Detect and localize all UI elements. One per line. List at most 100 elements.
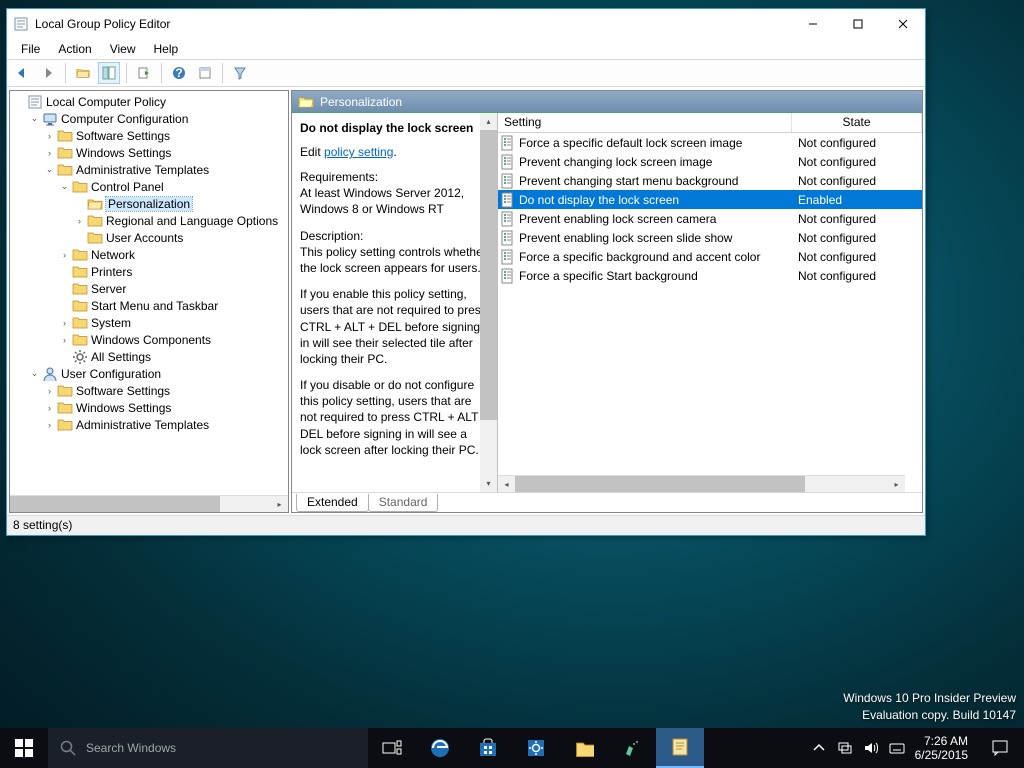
menu-file[interactable]: File	[13, 40, 48, 58]
action-center-button[interactable]	[976, 728, 1024, 768]
folder-open-icon	[298, 94, 314, 110]
tray-clock[interactable]: 7:26 AM 6/25/2015	[915, 734, 968, 763]
taskbar-explorer[interactable]	[560, 728, 608, 768]
tree-item[interactable]: ›Windows Settings	[12, 399, 288, 416]
collapse-icon[interactable]: ⌄	[57, 179, 72, 194]
tree-all-settings[interactable]: All Settings	[12, 348, 288, 365]
description-pane: Do not display the lock screen Edit poli…	[292, 113, 498, 492]
list-row[interactable]: Prevent enabling lock screen slide showN…	[498, 228, 922, 247]
policy-icon	[500, 173, 516, 189]
tree-item[interactable]: ›Software Settings	[12, 127, 288, 144]
folder-icon	[72, 332, 88, 348]
requirements-text: At least Windows Server 2012, Windows 8 …	[300, 186, 464, 216]
expand-icon[interactable]: ›	[57, 247, 72, 262]
tab-standard[interactable]: Standard	[368, 494, 439, 512]
folder-icon	[72, 264, 88, 280]
tree-item[interactable]: User Accounts	[12, 229, 288, 246]
col-state[interactable]: State	[792, 113, 922, 132]
help-button[interactable]: ?	[168, 62, 190, 84]
policy-icon	[500, 268, 516, 284]
tree-item[interactable]: ›Windows Components	[12, 331, 288, 348]
settings-icon	[526, 738, 546, 758]
tree-item[interactable]: ›Network	[12, 246, 288, 263]
list-hscrollbar[interactable]: ◂▸	[498, 475, 905, 492]
tree-item[interactable]: ›Windows Settings	[12, 144, 288, 161]
menu-view[interactable]: View	[102, 40, 144, 58]
list-row[interactable]: Force a specific Start backgroundNot con…	[498, 266, 922, 285]
show-tree-button[interactable]	[98, 62, 120, 84]
menubar: File Action View Help	[7, 39, 925, 59]
taskbar-edge[interactable]	[416, 728, 464, 768]
taskbar-gpedit[interactable]	[656, 728, 704, 768]
collapse-icon[interactable]: ⌄	[27, 111, 42, 126]
tab-extended[interactable]: Extended	[296, 494, 369, 512]
expand-icon[interactable]: ›	[42, 128, 57, 143]
expand-icon[interactable]: ›	[42, 417, 57, 432]
list-row[interactable]: Prevent changing start menu backgroundNo…	[498, 171, 922, 190]
tree-item[interactable]: ›Regional and Language Options	[12, 212, 288, 229]
properties-button[interactable]	[194, 62, 216, 84]
tree-item[interactable]: Server	[12, 280, 288, 297]
taskbar: Search Windows 7:26 AM 6/25/2015	[0, 728, 1024, 768]
expand-icon[interactable]: ›	[42, 383, 57, 398]
tree-computer-config[interactable]: ⌄Computer Configuration	[12, 110, 288, 127]
tree-item[interactable]: ›System	[12, 314, 288, 331]
forward-button[interactable]	[37, 62, 59, 84]
taskbar-app[interactable]	[608, 728, 656, 768]
tray-chevron-up-icon[interactable]	[811, 740, 827, 756]
collapse-icon[interactable]: ⌄	[27, 366, 42, 381]
expand-icon[interactable]: ›	[42, 400, 57, 415]
folder-icon	[72, 315, 88, 331]
close-button[interactable]	[880, 9, 925, 39]
list-row[interactable]: Prevent enabling lock screen cameraNot c…	[498, 209, 922, 228]
setting-state: Not configured	[792, 136, 922, 150]
tree-item[interactable]: ›Software Settings	[12, 382, 288, 399]
menu-action[interactable]: Action	[50, 40, 99, 58]
tree-admin-templates[interactable]: ⌄Administrative Templates	[12, 161, 288, 178]
description-vscrollbar[interactable]: ▴▾	[480, 113, 497, 492]
tree-root[interactable]: Local Computer Policy	[12, 93, 288, 110]
expand-icon[interactable]: ›	[72, 213, 87, 228]
app-icon	[13, 16, 29, 32]
tree-item[interactable]: ›Administrative Templates	[12, 416, 288, 433]
list-row[interactable]: Force a specific background and accent c…	[498, 247, 922, 266]
menu-help[interactable]: Help	[146, 40, 187, 58]
folder-icon	[87, 230, 103, 246]
tree-item[interactable]: Start Menu and Taskbar	[12, 297, 288, 314]
col-setting[interactable]: Setting	[498, 113, 792, 132]
tree-item[interactable]: Printers	[12, 263, 288, 280]
expand-icon[interactable]: ›	[42, 145, 57, 160]
tray-network-icon[interactable]	[837, 740, 853, 756]
list-row[interactable]: Do not display the lock screenEnabled	[498, 190, 922, 209]
tree-hscrollbar[interactable]: ◂▸	[10, 495, 288, 512]
list-row[interactable]: Prevent changing lock screen imageNot co…	[498, 152, 922, 171]
setting-state: Enabled	[792, 193, 922, 207]
maximize-button[interactable]	[835, 9, 880, 39]
expand-icon[interactable]: ›	[57, 315, 72, 330]
taskbar-settings[interactable]	[512, 728, 560, 768]
policy-icon	[500, 211, 516, 227]
tree-personalization[interactable]: Personalization	[12, 195, 288, 212]
start-button[interactable]	[0, 728, 48, 768]
scroll-icon	[27, 94, 43, 110]
taskbar-store[interactable]	[464, 728, 512, 768]
back-button[interactable]	[11, 62, 33, 84]
minimize-button[interactable]	[790, 9, 835, 39]
computer-icon	[42, 111, 58, 127]
tray-volume-icon[interactable]	[863, 740, 879, 756]
filter-button[interactable]	[229, 62, 251, 84]
titlebar[interactable]: Local Group Policy Editor	[7, 9, 925, 39]
collapse-icon[interactable]: ⌄	[42, 162, 57, 177]
tray-keyboard-icon[interactable]	[889, 740, 905, 756]
search-box[interactable]: Search Windows	[48, 728, 368, 768]
expand-icon[interactable]: ›	[57, 332, 72, 347]
edit-policy-link[interactable]: policy setting	[324, 145, 393, 159]
tree-user-config[interactable]: ⌄User Configuration	[12, 365, 288, 382]
list-row[interactable]: Force a specific default lock screen ima…	[498, 133, 922, 152]
list-header[interactable]: Setting State	[498, 113, 922, 133]
up-button[interactable]	[72, 62, 94, 84]
gpedit-window: Local Group Policy Editor File Action Vi…	[6, 8, 926, 536]
task-view-button[interactable]	[368, 728, 416, 768]
export-button[interactable]	[133, 62, 155, 84]
tree-control-panel[interactable]: ⌄Control Panel	[12, 178, 288, 195]
